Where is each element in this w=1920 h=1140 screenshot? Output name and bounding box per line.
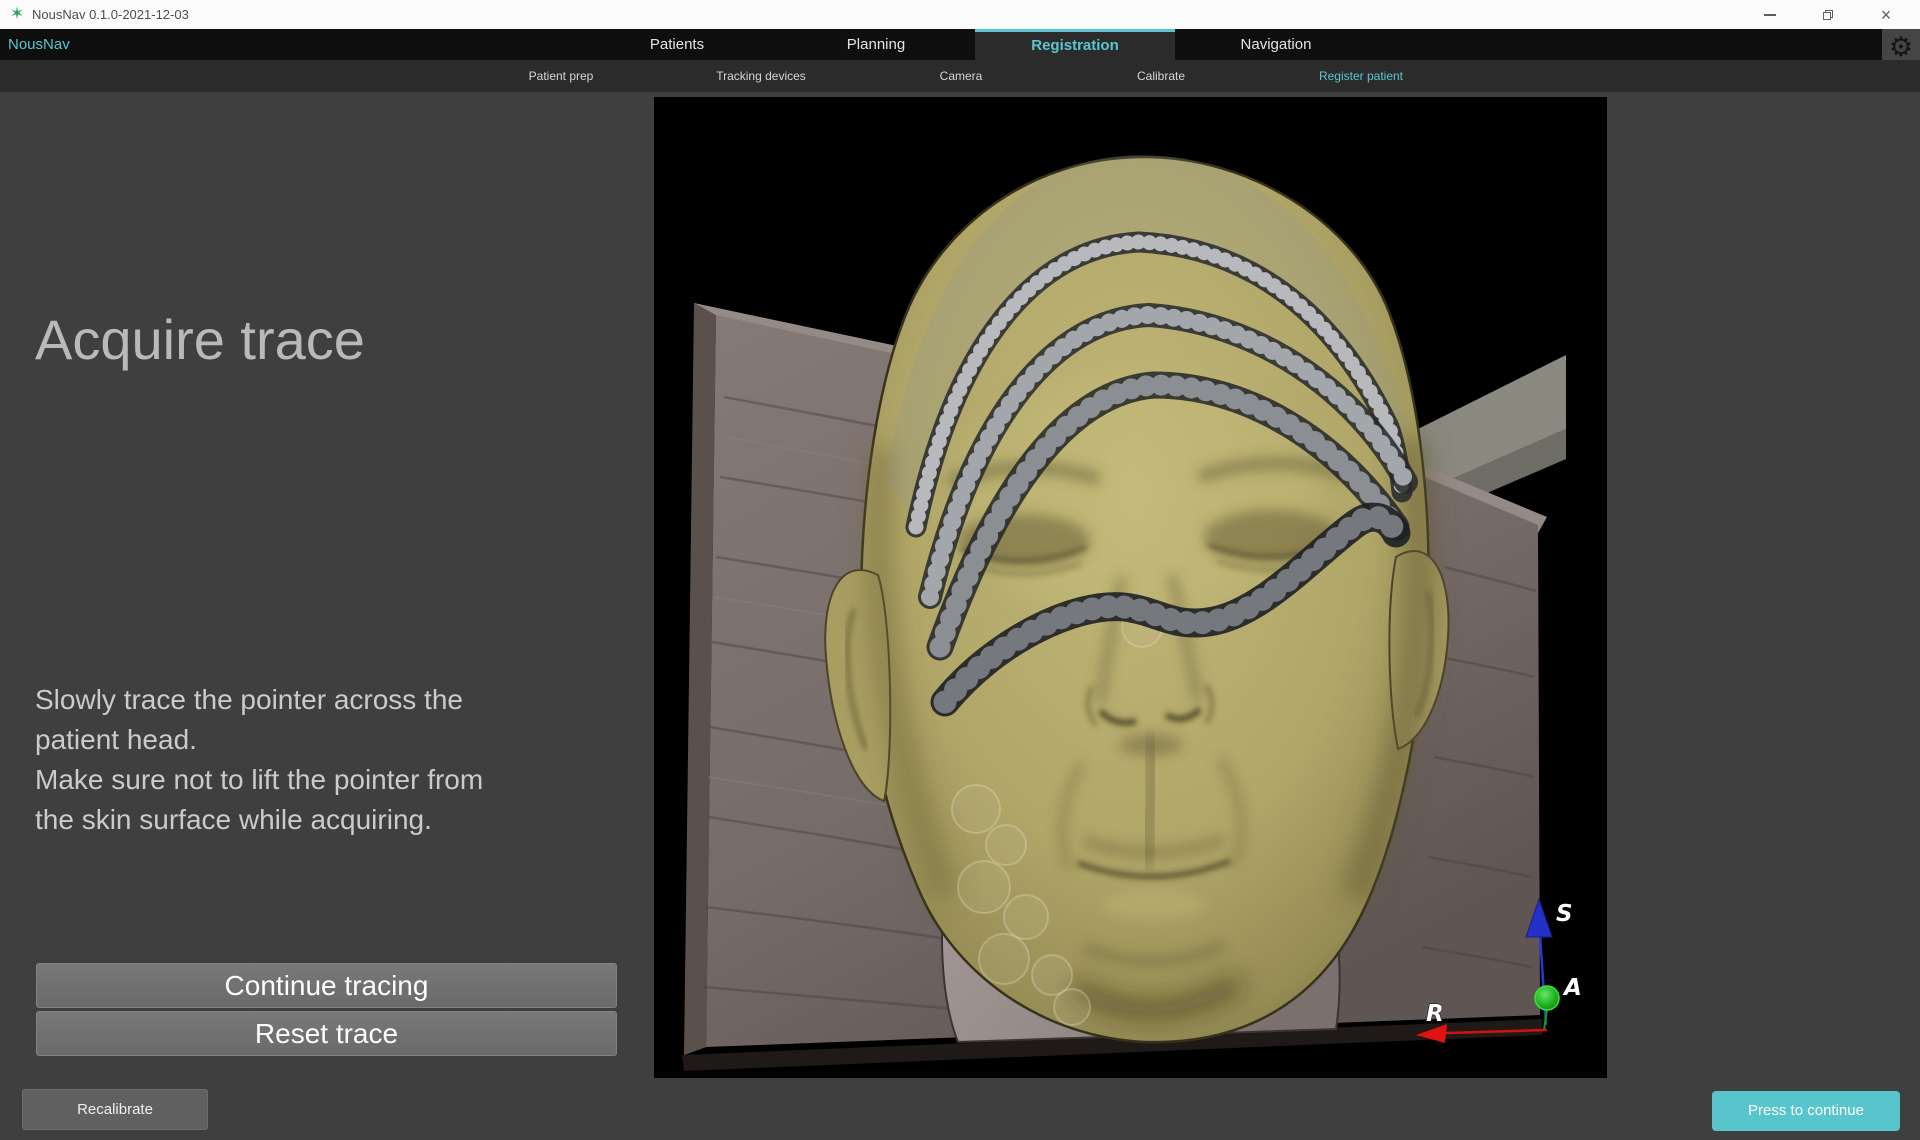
instruction-text: Slowly trace the pointer across the pati… — [35, 680, 483, 840]
tab-navigation[interactable]: Navigation — [1176, 29, 1376, 60]
continue-tracing-button[interactable]: Continue tracing — [36, 963, 617, 1008]
restore-icon — [1823, 10, 1833, 20]
restore-button[interactable] — [1805, 0, 1851, 29]
reset-trace-button[interactable]: Reset trace — [36, 1011, 617, 1056]
viewport-3d[interactable]: S A R — [654, 97, 1607, 1078]
minimize-button[interactable] — [1747, 0, 1793, 29]
tab-patients[interactable]: Patients — [577, 29, 777, 60]
brand-label: NousNav — [8, 29, 70, 60]
step-patient-prep[interactable]: Patient prep — [461, 60, 661, 92]
gear-icon: ⚙ — [1889, 34, 1913, 61]
axis-r-label: R — [1426, 1001, 1444, 1027]
axis-a-label: A — [1562, 975, 1582, 1001]
step-tracking-devices[interactable]: Tracking devices — [661, 60, 861, 92]
tab-registration[interactable]: Registration — [975, 29, 1175, 60]
recalibrate-button[interactable]: Recalibrate — [22, 1089, 208, 1130]
instruction-line: patient head. — [35, 720, 483, 760]
window-title: NousNav 0.1.0-2021-12-03 — [32, 0, 189, 29]
tab-planning[interactable]: Planning — [776, 29, 976, 60]
close-icon: × — [1881, 6, 1892, 24]
step-camera[interactable]: Camera — [861, 60, 1061, 92]
instruction-line: the skin surface while acquiring. — [35, 800, 483, 840]
content-area: Acquire trace Slowly trace the pointer a… — [0, 92, 1920, 1140]
step-register-patient[interactable]: Register patient — [1261, 60, 1461, 92]
app-logo-icon: ✶ — [8, 4, 26, 24]
instruction-line: Make sure not to lift the pointer from — [35, 760, 483, 800]
axis-a-sphere — [1535, 986, 1559, 1010]
close-button[interactable]: × — [1863, 0, 1909, 29]
scene-3d: S A R — [654, 97, 1607, 1078]
axis-s-label: S — [1556, 901, 1573, 927]
page-title: Acquire trace — [35, 307, 365, 372]
press-to-continue-button[interactable]: Press to continue — [1712, 1091, 1900, 1131]
window-titlebar: ✶ NousNav 0.1.0-2021-12-03 × — [0, 0, 1920, 29]
minimize-icon — [1764, 14, 1776, 16]
app-window: ✶ NousNav 0.1.0-2021-12-03 × NousNav Pat… — [0, 0, 1920, 1140]
step-calibrate[interactable]: Calibrate — [1061, 60, 1261, 92]
instruction-line: Slowly trace the pointer across the — [35, 680, 483, 720]
